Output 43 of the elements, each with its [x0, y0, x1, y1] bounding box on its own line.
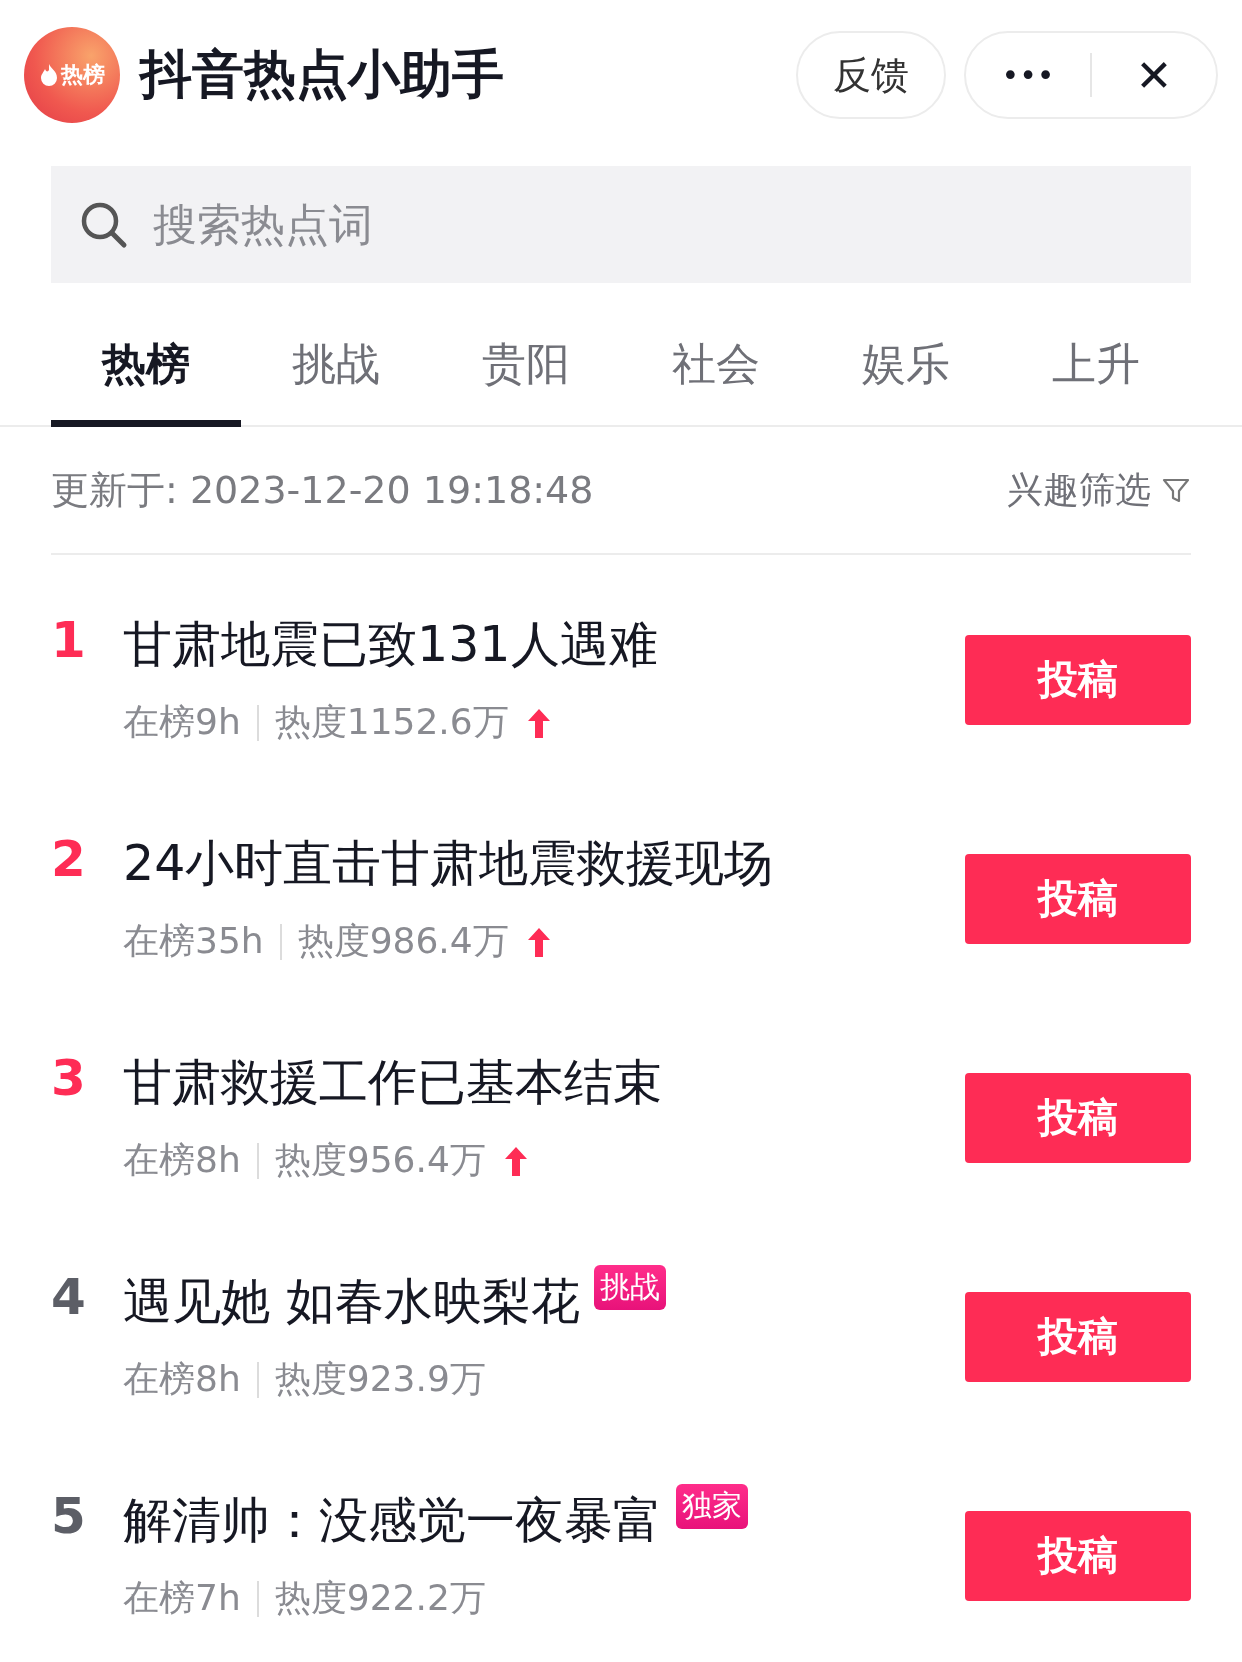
heat-value: 热度922.2万: [274, 1576, 486, 1620]
rank-number: 5: [51, 1486, 87, 1545]
topic-title[interactable]: 甘肃地震已致131人遇难: [123, 612, 658, 678]
logo-text: 热榜: [61, 61, 105, 89]
interest-filter[interactable]: 兴趣筛选: [1007, 465, 1191, 515]
heat-value: 热度923.9万: [274, 1357, 486, 1401]
tab[interactable]: 娱乐: [811, 309, 1001, 427]
submit-button[interactable]: 投稿: [965, 1072, 1191, 1163]
time-on-list: 在榜9h: [123, 698, 241, 747]
topic-title[interactable]: 甘肃救援工作已基本结束: [123, 1050, 662, 1116]
flame-icon: [39, 63, 59, 87]
heat-value: 热度986.4万: [297, 919, 509, 963]
close-button[interactable]: ✕: [1092, 33, 1216, 117]
rank-number: 2: [51, 829, 87, 888]
time-on-list: 在榜7h: [123, 1574, 241, 1623]
heat-value: 热度1152.6万: [274, 700, 509, 744]
time-on-list: 在榜35h: [123, 917, 264, 966]
more-button[interactable]: •••: [966, 33, 1090, 117]
heat-value: 热度956.4万: [274, 1138, 486, 1182]
update-time: 更新于: 2023-12-20 19:18:48: [51, 466, 594, 514]
feedback-button[interactable]: 反馈: [796, 31, 946, 119]
submit-button[interactable]: 投稿: [965, 1510, 1191, 1601]
submit-button[interactable]: 投稿: [965, 853, 1191, 944]
tab[interactable]: 社会: [621, 309, 811, 427]
search-field[interactable]: 搜索热点词: [151, 198, 1163, 251]
tab[interactable]: 上升: [1001, 309, 1191, 427]
topic-title[interactable]: 24小时直击甘肃地震救援现场: [123, 831, 774, 897]
tab[interactable]: 挑战: [241, 309, 431, 427]
time-on-list: 在榜8h: [123, 1355, 241, 1404]
submit-button[interactable]: 投稿: [965, 1291, 1191, 1382]
rank-number: 3: [51, 1048, 87, 1107]
rank-number: 1: [51, 610, 87, 669]
app-title: 抖音热点小助手: [140, 43, 505, 106]
topic-title[interactable]: 解清帅：没感觉一夜暴富: [123, 1488, 662, 1554]
submit-button[interactable]: 投稿: [965, 634, 1191, 725]
rank-number: 4: [51, 1267, 87, 1326]
tab[interactable]: 热榜: [51, 309, 241, 427]
topic-tag: 挑战: [593, 1265, 666, 1310]
tab[interactable]: 贵阳: [431, 309, 621, 427]
topic-tag: 独家: [676, 1484, 748, 1529]
topic-title[interactable]: 遇见她 如春水映梨花: [123, 1269, 580, 1335]
time-on-list: 在榜8h: [123, 1136, 241, 1185]
search-field[interactable]: 搜索热点词: [51, 166, 1191, 283]
